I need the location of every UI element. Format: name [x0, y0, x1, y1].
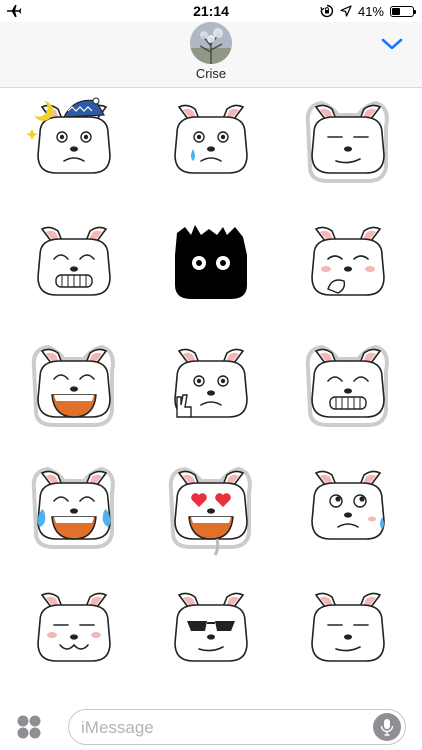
- contact-name[interactable]: Crise: [0, 66, 422, 81]
- sticker-heart-eyes-dog[interactable]: [151, 454, 271, 564]
- compose-bar: [0, 700, 422, 750]
- battery-level: [392, 7, 401, 15]
- sticker-shy-dog[interactable]: [288, 210, 408, 320]
- sticker-black-silhouette-dog-image: [175, 225, 247, 299]
- sticker-nervous-dog[interactable]: [288, 454, 408, 564]
- sticker-smirk-dog-image: [305, 100, 389, 183]
- sticker-grin-dog[interactable]: [14, 210, 134, 320]
- microphone-icon: [380, 719, 394, 736]
- sticker-peace-sign-dog[interactable]: [151, 332, 271, 442]
- sticker-content-dog[interactable]: [14, 576, 134, 686]
- sticker-grid: [0, 88, 422, 700]
- sticker-sunglasses-dog[interactable]: [151, 576, 271, 686]
- avatar[interactable]: [190, 22, 232, 64]
- sticker-happy-grin-dog-image: [305, 344, 389, 427]
- status-bar: 21:14 41%: [0, 0, 422, 22]
- sticker-worried-dog[interactable]: [151, 88, 271, 198]
- sticker-unamused-dog[interactable]: [288, 576, 408, 686]
- sticker-happy-grin-dog[interactable]: [288, 332, 408, 442]
- sticker-grin-dog-image: [37, 226, 111, 296]
- sticker-heart-eyes-dog-image: [168, 466, 252, 556]
- sticker-nervous-dog-image: [311, 470, 385, 540]
- sticker-sleepy-nightcap-dog[interactable]: [14, 88, 134, 198]
- sticker-tears-of-joy-dog-image: [31, 466, 115, 549]
- battery-percent: 41%: [357, 3, 384, 19]
- rotation-lock-icon: [320, 4, 334, 18]
- sticker-laughing-dog[interactable]: [14, 332, 134, 442]
- conversation-header: Crise: [0, 22, 422, 88]
- sticker-sunglasses-dog-image: [174, 592, 248, 662]
- chevron-down-icon[interactable]: [380, 34, 404, 54]
- status-right: 41%: [320, 3, 416, 19]
- battery-icon: [390, 5, 416, 17]
- sticker-laughing-dog-image: [31, 344, 115, 427]
- app-drawer-icon[interactable]: [16, 714, 42, 740]
- sticker-sleepy-nightcap-dog-image: [26, 97, 111, 174]
- microphone-button[interactable]: [373, 713, 401, 741]
- message-input[interactable]: [81, 717, 361, 739]
- sticker-peace-sign-dog-image: [174, 348, 248, 418]
- sticker-black-silhouette-dog[interactable]: [151, 210, 271, 320]
- avatar-photo: [190, 22, 232, 64]
- sticker-unamused-dog-image: [311, 592, 385, 662]
- sticker-content-dog-image: [37, 592, 111, 662]
- message-field[interactable]: [68, 709, 406, 745]
- sticker-worried-dog-image: [174, 104, 248, 174]
- sticker-tears-of-joy-dog[interactable]: [14, 454, 134, 564]
- sticker-smirk-dog[interactable]: [288, 88, 408, 198]
- sticker-shy-dog-image: [311, 226, 385, 296]
- location-arrow-icon: [340, 5, 352, 17]
